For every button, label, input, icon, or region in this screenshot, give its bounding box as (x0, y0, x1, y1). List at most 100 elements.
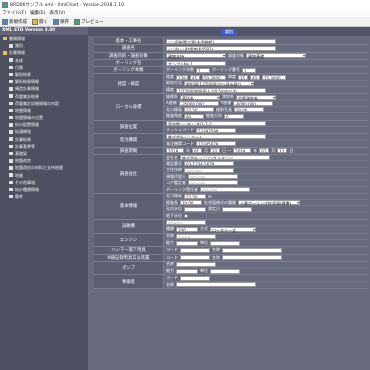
text-field[interactable]: 20.00 (180, 200, 202, 206)
tree-item[interactable]: 基礎梁 (0, 150, 88, 157)
text-field[interactable]: ○○○○ (166, 220, 206, 226)
tree-item[interactable]: 構造計算情報 (0, 85, 88, 92)
tree-item-label: 地盤情報 (15, 107, 31, 113)
text-field[interactable]: 53393599 (196, 127, 236, 133)
preview-button[interactable]: プレビュー (74, 18, 104, 25)
text-field[interactable]: ○○ ○○ (200, 187, 250, 193)
text-field[interactable]: 12 (277, 148, 288, 154)
text-field[interactable]: ○○ ○○ (184, 167, 234, 173)
text-field[interactable]: 2018 (233, 148, 252, 154)
text-field[interactable]: 0 (224, 113, 244, 119)
text-field[interactable] (222, 247, 282, 253)
text-field[interactable]: 100 (176, 226, 198, 232)
text-field[interactable] (222, 255, 282, 261)
dropdown-select[interactable]: ロータリー式 (210, 226, 256, 233)
tree-item[interactable]: 荷重集計結果 (0, 93, 88, 100)
text-field[interactable]: 12345678 (196, 141, 236, 147)
text-field[interactable]: △△△△ (176, 233, 216, 239)
tab-strip: 識別 (88, 27, 370, 36)
text-field[interactable] (210, 268, 240, 274)
tree-item[interactable]: 地盤情報 (0, 107, 88, 114)
tree-item[interactable]: 杭頭補強 (0, 128, 88, 135)
text-field[interactable]: 株式会社○○コンサルタンツ (180, 155, 270, 161)
checkbox[interactable] (184, 213, 188, 218)
tree-item[interactable]: 本体 (0, 57, 88, 64)
text-field[interactable]: 1 (196, 67, 210, 73)
text-field[interactable]: 15.3000 (262, 74, 286, 80)
text-field[interactable] (180, 275, 210, 281)
text-field[interactable]: 20.00 (234, 107, 264, 113)
tree-item[interactable]: 備考 (0, 193, 88, 200)
save-button[interactable]: 保存 (53, 18, 69, 25)
field-label: ボーリング責任者 (166, 186, 198, 192)
tree-item[interactable]: 地盤情報の位置 (0, 114, 88, 121)
text-field[interactable]: -6000.000 (233, 100, 274, 106)
field-line: 掘進角度 90 掘進方向 0 (164, 113, 368, 119)
text-field[interactable]: 01 (192, 148, 202, 154)
text-field[interactable]: 株式会社○○ホーム (166, 134, 266, 140)
menu-edit[interactable]: 編集(E) (30, 10, 45, 16)
text-field[interactable]: 東京都○○市△△町1-2-3 (166, 120, 266, 126)
tree-item[interactable]: 計算基準等 (0, 143, 88, 150)
text-field[interactable]: 40 (250, 74, 260, 80)
dropdown-select[interactable]: 建物基礎 (246, 53, 306, 59)
dropdown-select[interactable]: 地形図(1/25000)から読み取り (184, 80, 254, 86)
row-fields: サンプルNo.1 (164, 60, 368, 66)
row-fields: ○○市△△町調査(K4583) (164, 45, 368, 51)
text-field[interactable]: 03-1234-5678 (184, 161, 234, 167)
text-field[interactable]: ○○邸新築工事(木造軸組) (166, 38, 276, 44)
text-field[interactable]: ○○ ○○ (188, 174, 238, 180)
text-field[interactable] (184, 206, 206, 212)
menu-view[interactable]: 表示(V) (49, 10, 65, 16)
text-field[interactable]: 01 (259, 148, 270, 154)
text-field[interactable]: 139 (176, 74, 188, 80)
tree-item[interactable]: 荷重集計詳細情報の内容 (0, 100, 88, 107)
tree-item[interactable]: 解析結果 (0, 71, 88, 78)
text-field[interactable] (176, 282, 256, 288)
dropdown-select[interactable]: 建物支持 (166, 53, 226, 59)
text-field[interactable]: ○○ ○○ (188, 180, 238, 186)
tree-item[interactable]: 計算結果 (0, 136, 88, 143)
text-field[interactable] (180, 247, 210, 253)
menu-file[interactable]: ファイル(F) (2, 10, 26, 16)
tree-item[interactable]: 地業 (0, 172, 88, 179)
text-field[interactable]: 1 (242, 67, 256, 73)
tab-identification[interactable]: 識別 (222, 28, 236, 35)
tree-item[interactable]: 杭の配置情報 (0, 121, 88, 128)
text-field[interactable]: サンプルNo.1 (166, 60, 226, 66)
text-field[interactable] (210, 240, 240, 246)
tree-item[interactable]: 杭の種類情報 (0, 186, 88, 193)
dropdown-select[interactable]: 第IX系 (180, 94, 220, 100)
tree-item[interactable]: 解析結果情報 (0, 78, 88, 85)
tree-item[interactable]: 地盤改良 (0, 157, 88, 164)
tree-item[interactable]: 書類情報 (0, 35, 88, 42)
tree-item[interactable]: 地盤改良の材料と支持地盤 (0, 164, 88, 171)
tree-item-label: 備考 (15, 194, 23, 200)
field-label: 掘進方向 (206, 113, 222, 119)
text-field[interactable]: 12.50 (184, 107, 214, 113)
text-field[interactable]: 50.3000 (202, 74, 226, 80)
text-field[interactable]: 12.50 (184, 193, 206, 199)
tree-item[interactable]: 付属 (0, 64, 88, 71)
text-field[interactable] (180, 255, 210, 261)
text-field[interactable]: 2018 (166, 148, 184, 154)
text-field[interactable] (176, 268, 198, 274)
text-field[interactable] (176, 261, 216, 267)
tree-item[interactable]: 計算情報 (0, 49, 88, 56)
tree-root-header[interactable]: XML STD Version 3.00 (0, 27, 88, 35)
new-button[interactable]: 新規作成 (2, 18, 27, 25)
text-field[interactable]: -35000.000 (178, 100, 219, 106)
text-field[interactable]: 45 (190, 74, 200, 80)
tree-item[interactable]: その他事項 (0, 179, 88, 186)
open-button[interactable]: 開く (32, 18, 48, 25)
dropdown-select[interactable]: 世界測地系 (236, 94, 276, 100)
text-field[interactable]: 10 (210, 148, 220, 154)
dropdown-select[interactable]: 土質ボーリング柱状図(標準) (238, 200, 300, 205)
text-field[interactable] (176, 240, 198, 246)
text-field[interactable] (222, 206, 252, 212)
tree-item[interactable]: 識別 (0, 42, 88, 49)
text-field[interactable]: 35 (238, 74, 248, 80)
text-field[interactable]: ○○市△△町調査(K4583) (166, 45, 276, 51)
text-field[interactable]: 90 (184, 113, 204, 119)
text-field[interactable]: 1/25000地形図上で0.5mm以内 (176, 87, 266, 93)
